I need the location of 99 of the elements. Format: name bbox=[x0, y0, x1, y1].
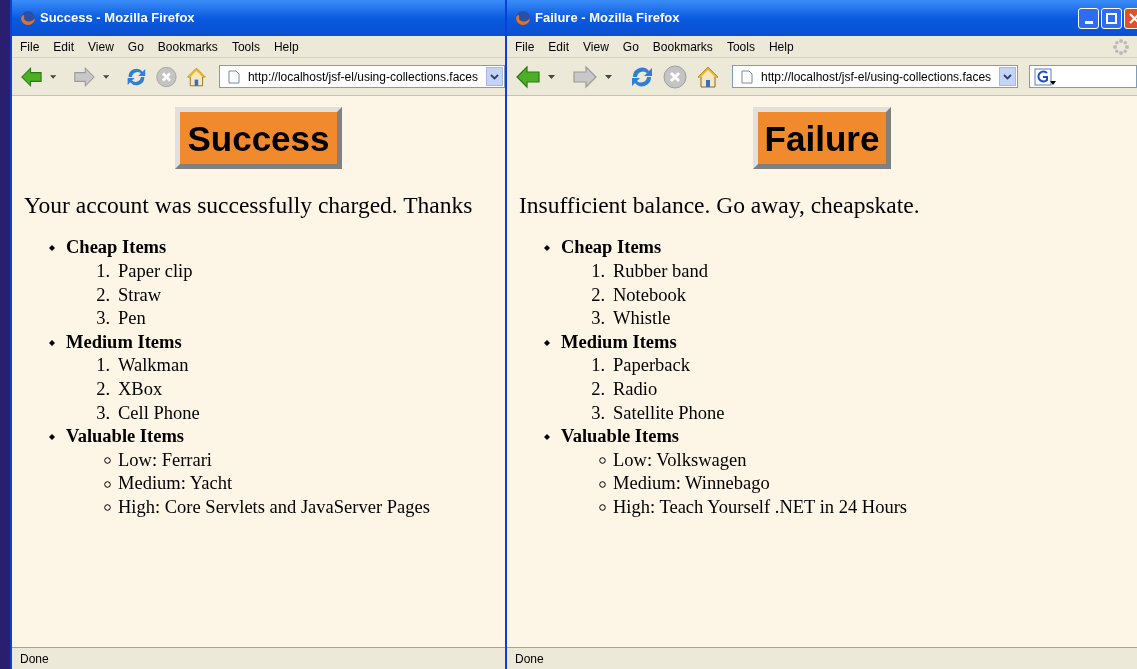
maximize-button[interactable] bbox=[1101, 7, 1122, 29]
url-text: http://localhost/jsf-el/using-collections.faces bbox=[247, 68, 478, 86]
list-item: High: Core Servlets and JavaServer Pages bbox=[118, 495, 430, 519]
list-item: Notebook bbox=[613, 283, 686, 307]
menu-item[interactable]: Edit bbox=[548, 37, 570, 56]
menu-item[interactable]: Go bbox=[127, 37, 144, 56]
list-item: Pen bbox=[118, 307, 146, 331]
window-title: Failure - Mozilla Firefox bbox=[535, 9, 680, 28]
list-item: XBox bbox=[118, 377, 163, 401]
menu-item[interactable]: Bookmarks bbox=[157, 37, 218, 56]
menu-item[interactable]: Go bbox=[622, 37, 639, 56]
list-item: Whistle bbox=[613, 307, 671, 331]
list-number: 3. bbox=[590, 401, 606, 425]
close-icon bbox=[1129, 12, 1137, 24]
list-number: 1. bbox=[95, 354, 111, 378]
dropdown-caret-icon[interactable] bbox=[548, 74, 555, 79]
list-number: 1. bbox=[590, 354, 606, 378]
list-number: 2. bbox=[590, 283, 606, 307]
window-title: Success - Mozilla Firefox bbox=[40, 9, 195, 28]
list-item: Rubber band bbox=[613, 259, 709, 283]
menu-item[interactable]: Tools bbox=[231, 37, 260, 56]
bullet-icon bbox=[544, 433, 550, 440]
url-text: http://localhost/jsf-el/using-collections.faces bbox=[761, 68, 992, 86]
menu-item[interactable]: Bookmarks bbox=[652, 37, 713, 56]
menu-item[interactable]: File bbox=[515, 37, 535, 56]
page-icon bbox=[741, 69, 753, 84]
list-number: 1. bbox=[95, 259, 111, 283]
search-engine-icon[interactable] bbox=[1034, 67, 1057, 86]
list-item: Paperback bbox=[613, 354, 691, 378]
throbber-icon bbox=[1113, 38, 1129, 55]
forward-arrow-icon[interactable] bbox=[572, 64, 598, 89]
chevron-down-icon bbox=[490, 73, 499, 80]
chevron-down-icon bbox=[1003, 73, 1013, 80]
list-number: 3. bbox=[590, 307, 606, 331]
list-number: 1. bbox=[590, 259, 606, 283]
list-number: 2. bbox=[95, 283, 111, 307]
list-item: Walkman bbox=[118, 354, 189, 378]
category-title: Cheap Items bbox=[561, 236, 662, 260]
list-item: Paper clip bbox=[118, 259, 193, 283]
back-arrow-icon[interactable] bbox=[515, 64, 541, 89]
firefox-logo-icon bbox=[515, 10, 531, 26]
list-item: Satellite Phone bbox=[613, 401, 725, 425]
circle-bullet-icon bbox=[104, 457, 111, 464]
menu-item[interactable]: Edit bbox=[53, 37, 75, 56]
bullet-icon bbox=[544, 245, 550, 252]
back-arrow-icon[interactable] bbox=[20, 64, 43, 89]
minimize-button[interactable] bbox=[1078, 7, 1099, 29]
firefox-logo-icon bbox=[20, 10, 36, 26]
address-field[interactable]: http://localhost/jsf-el/using-collections.faces bbox=[218, 65, 505, 88]
page-heading: Failure bbox=[752, 107, 892, 169]
list-item: Low: Ferrari bbox=[118, 448, 212, 472]
list-item: Radio bbox=[613, 377, 658, 401]
menu-item[interactable]: Help bbox=[273, 37, 299, 56]
circle-bullet-icon bbox=[104, 480, 111, 488]
search-field[interactable] bbox=[1029, 65, 1137, 88]
list-number: 3. bbox=[95, 401, 111, 425]
maximize-icon bbox=[1106, 12, 1117, 24]
circle-bullet-icon bbox=[599, 480, 606, 488]
dropdown-caret-icon[interactable] bbox=[49, 74, 56, 79]
bullet-icon bbox=[49, 245, 55, 252]
bullet-icon bbox=[544, 339, 550, 346]
category-title: Cheap Items bbox=[66, 236, 167, 260]
menu-item[interactable]: Tools bbox=[726, 37, 755, 56]
list-number: 3. bbox=[95, 307, 111, 331]
list-number: 2. bbox=[590, 377, 606, 401]
list-item: Medium: Yacht bbox=[118, 472, 233, 496]
list-item: Straw bbox=[118, 283, 162, 307]
circle-bullet-icon bbox=[599, 504, 606, 512]
menu-item[interactable]: View bbox=[583, 37, 609, 56]
page-heading: Success bbox=[175, 107, 342, 169]
dropdown-button[interactable] bbox=[999, 67, 1017, 86]
menu-item[interactable]: View bbox=[88, 37, 114, 56]
result-message: Your account was successfully charged. Thanks bbox=[23, 191, 474, 220]
dropdown-button[interactable] bbox=[486, 67, 503, 86]
page-icon bbox=[227, 69, 240, 84]
address-field[interactable]: http://localhost/jsf-el/using-collections.faces bbox=[732, 65, 1019, 88]
status-text: Done bbox=[20, 650, 49, 668]
dropdown-caret-icon[interactable] bbox=[102, 74, 109, 79]
category-title: Medium Items bbox=[561, 330, 677, 354]
minimize-icon bbox=[1084, 20, 1093, 24]
forward-arrow-icon[interactable] bbox=[72, 64, 96, 89]
category-title: Valuable Items bbox=[66, 425, 185, 449]
menu-item[interactable]: File bbox=[20, 37, 40, 56]
stop-icon[interactable] bbox=[662, 63, 688, 90]
bullet-icon bbox=[49, 339, 55, 346]
dropdown-caret-icon[interactable] bbox=[605, 74, 612, 79]
result-message: Insufficient balance. Go away, cheapskate. bbox=[518, 191, 921, 220]
category-title: Valuable Items bbox=[561, 425, 680, 449]
bullet-icon bbox=[49, 433, 55, 440]
category-title: Medium Items bbox=[66, 330, 182, 354]
list-item: Cell Phone bbox=[118, 401, 200, 425]
list-number: 2. bbox=[95, 377, 111, 401]
circle-bullet-icon bbox=[104, 504, 111, 512]
list-item: Medium: Winnebago bbox=[613, 472, 770, 496]
status-text: Done bbox=[515, 650, 544, 668]
list-item: Low: Volkswagen bbox=[613, 448, 747, 472]
menu-item[interactable]: Help bbox=[768, 37, 794, 56]
circle-bullet-icon bbox=[599, 457, 606, 464]
list-item: High: Teach Yourself .NET in 24 Hours bbox=[613, 495, 907, 519]
